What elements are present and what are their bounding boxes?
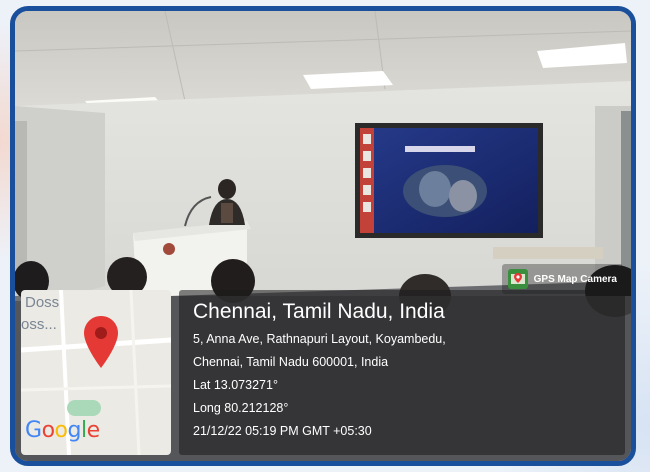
photo: GPS Map Camera Doss oss... Google Chenna… (15, 11, 631, 461)
longitude: Long 80.212128° (193, 401, 289, 415)
google-logo: Google (25, 418, 100, 443)
gps-map-camera-icon (507, 269, 528, 289)
watermark-label: GPS Map Camera (533, 273, 617, 285)
latitude: Lat 13.073271° (193, 378, 278, 392)
location-info-panel: Chennai, Tamil Nadu, India 5, Anna Ave, … (179, 290, 625, 455)
photo-frame: GPS Map Camera Doss oss... Google Chenna… (10, 6, 636, 466)
timestamp: 21/12/22 05:19 PM GMT +05:30 (193, 424, 372, 438)
map-park-area (67, 400, 101, 416)
map-road-label: Doss (25, 294, 60, 311)
google-logo-letter: G (25, 418, 42, 443)
location-title: Chennai, Tamil Nadu, India (193, 300, 445, 323)
map-thumbnail: Doss oss... Google (21, 290, 171, 455)
address-line-1: 5, Anna Ave, Rathnapuri Layout, Koyambed… (193, 332, 446, 346)
address-line-2: Chennai, Tamil Nadu 600001, India (193, 355, 389, 369)
map-road-label: oss... (21, 316, 57, 333)
location-pin-icon (84, 316, 118, 368)
